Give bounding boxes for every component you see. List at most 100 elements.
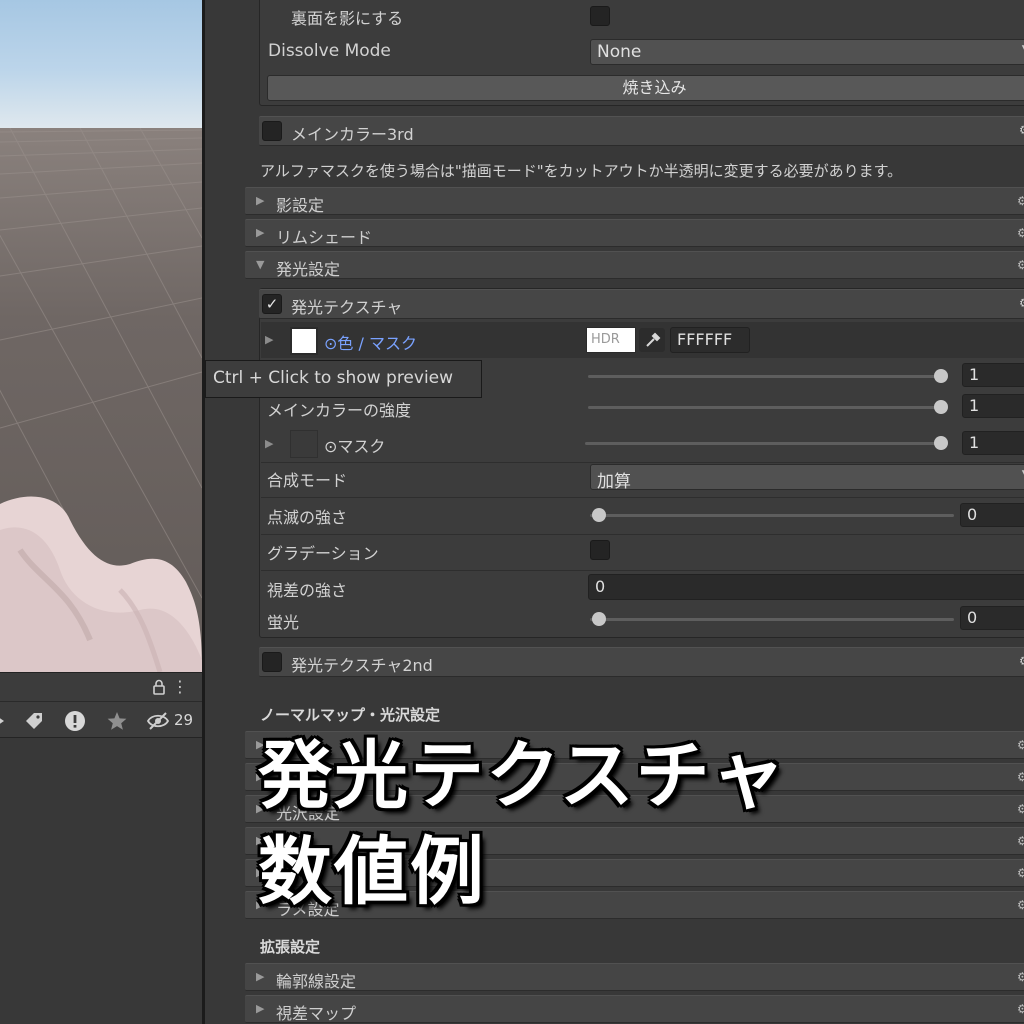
mask-slider-track[interactable] [585,442,946,445]
foldout-arrow-icon: ▶ [256,1002,265,1015]
cloth-model [0,496,202,672]
foldout-arrow-expanded-icon: ▼ [256,258,265,271]
emission-texture-2nd-label: 発光テクスチャ2nd [291,656,433,675]
main-color-strength-slider-track[interactable] [588,406,946,409]
row-divider [261,570,1024,571]
foldout-label: リムシェード [276,228,373,247]
gradation-checkbox[interactable] [590,540,610,560]
mask-value-field[interactable]: 1 [962,431,1024,455]
overlay-caption-line2: 数値例 [258,829,486,915]
gear-icon[interactable]: ⚙ [1017,802,1024,816]
foldout-label: 発光設定 [276,260,341,279]
eyedropper-icon[interactable] [639,328,665,352]
expand-arrow-icon[interactable]: ▶ [265,437,273,450]
shape-icon[interactable] [0,710,10,732]
foldout-rim-shade[interactable]: ▶ リムシェード ⚙ [245,219,1024,247]
gear-icon[interactable]: ⚙ [1017,1002,1024,1016]
gear-icon[interactable]: ⚙ [1017,194,1024,208]
expand-arrow-icon[interactable]: ▶ [265,333,273,346]
mask-label: ⊙マスク [324,437,386,456]
kebab-menu-icon[interactable]: ⋮ [172,677,188,696]
dissolve-mode-value: None [597,42,642,62]
scene-header-bar: ⋮ [0,672,202,702]
mask-texture-slot[interactable] [290,430,318,458]
main-color-strength-label: メインカラーの強度 [267,401,412,420]
foldout-label: 影設定 [276,196,325,215]
emission-texture-2nd-checkbox[interactable] [262,652,282,672]
hidden-row-slider-track[interactable] [588,375,946,378]
blink-strength-value-field[interactable]: 0 [960,503,1024,527]
dissolve-mode-label: Dissolve Mode [268,41,391,61]
foldout-shadow-settings[interactable]: ▶ 影設定 ⚙ [245,187,1024,215]
row-divider [261,497,1024,498]
gear-icon[interactable]: ⚙ [1017,866,1024,880]
main-color-strength-value-field[interactable]: 1 [962,394,1024,418]
emission-texture-2nd-header[interactable]: 発光テクスチャ2nd ⚙ [259,647,1024,677]
star-icon[interactable] [106,710,128,732]
hidden-count: 29 [174,711,194,729]
gradation-label: グラデーション [267,544,379,563]
scene-view[interactable] [0,0,202,672]
emission-texture-checkbox[interactable]: ✓ [262,294,282,314]
alpha-mask-note: アルファマスクを使う場合は"描画モード"をカットアウトか半透明に変更する必要があ… [260,162,903,180]
emission-texture-slot[interactable] [290,327,318,355]
hierarchy-panel [0,738,202,1024]
preview-tooltip: Ctrl + Click to show preview [205,360,482,398]
backface-shadow-checkbox[interactable] [590,6,610,26]
blink-strength-slider-knob[interactable] [592,508,606,522]
hidden-row-value-field[interactable]: 1 [962,363,1024,387]
dissolve-mode-dropdown[interactable]: None ▼ [590,39,1024,65]
emission-texture-label: 発光テクスチャ [291,298,403,317]
bake-button[interactable]: 焼き込み [267,75,1024,101]
row-divider [261,534,1024,535]
fluorescence-slider-track[interactable] [590,618,954,621]
tag-icon[interactable] [24,710,44,732]
fluorescence-value-field[interactable]: 0 [960,606,1024,630]
overlay-caption-line1: 発光テクスチャ [258,733,788,819]
blend-mode-label: 合成モード [267,471,348,490]
foldout-label: 輪郭線設定 [276,972,357,991]
gear-icon[interactable]: ⚙ [1019,123,1024,137]
scene-sky [0,0,202,128]
row-divider [261,462,1024,463]
foldout-arrow-icon: ▶ [256,226,265,239]
backface-shadow-label: 裏面を影にする [291,9,404,28]
blend-mode-value: 加算 [597,472,631,492]
foldout-label: 視差マップ [276,1004,357,1023]
gear-icon[interactable]: ⚙ [1017,770,1024,784]
parallax-strength-label: 視差の強さ [267,581,348,600]
gear-icon[interactable]: ⚙ [1017,738,1024,752]
foldout-arrow-icon: ▶ [256,194,265,207]
gear-icon[interactable]: ⚙ [1017,834,1024,848]
blink-strength-slider-track[interactable] [590,514,954,517]
gear-icon[interactable]: ⚙ [1017,898,1024,912]
gear-icon[interactable]: ⚙ [1019,654,1024,668]
gear-icon[interactable]: ⚙ [1017,258,1024,272]
main-color-3rd-label: メインカラー3rd [291,125,414,144]
gear-icon[interactable]: ⚙ [1017,226,1024,240]
hex-color-field[interactable]: FFFFFF [670,327,750,353]
color-mask-link[interactable]: ⊙色 / マスク [324,330,417,354]
foldout-emission-settings[interactable]: ▼ 発光設定 ⚙ [245,251,1024,279]
extended-section-title: 拡張設定 [260,938,321,956]
foldout-arrow-icon: ▶ [256,970,265,983]
hidden-row-slider-knob[interactable] [934,369,948,383]
foldout-parallax-map[interactable]: ▶ 視差マップ ⚙ [245,995,1024,1023]
gear-icon[interactable]: ⚙ [1017,970,1024,984]
main-color-3rd-checkbox[interactable] [262,121,282,141]
emission-texture-header[interactable]: ✓ 発光テクスチャ ⚙ [259,289,1024,319]
warning-icon[interactable] [64,710,86,732]
foldout-outline-settings[interactable]: ▶ 輪郭線設定 ⚙ [245,963,1024,991]
eye-off-icon[interactable] [146,710,170,732]
scene-toolbar: 29 [0,702,202,738]
fluorescence-slider-knob[interactable] [592,612,606,626]
blend-mode-dropdown[interactable]: 加算 ▼ [590,464,1024,492]
main-color-strength-slider-knob[interactable] [934,400,948,414]
mask-slider-knob[interactable] [934,436,948,450]
lock-icon[interactable] [152,679,166,695]
main-color-3rd-header[interactable]: メインカラー3rd ⚙ [259,116,1024,146]
parallax-strength-value-field[interactable]: 0 [588,574,1024,600]
hdr-color-swatch[interactable]: HDR [586,327,636,353]
fluorescence-label: 蛍光 [267,613,300,632]
gear-icon[interactable]: ⚙ [1019,296,1024,310]
